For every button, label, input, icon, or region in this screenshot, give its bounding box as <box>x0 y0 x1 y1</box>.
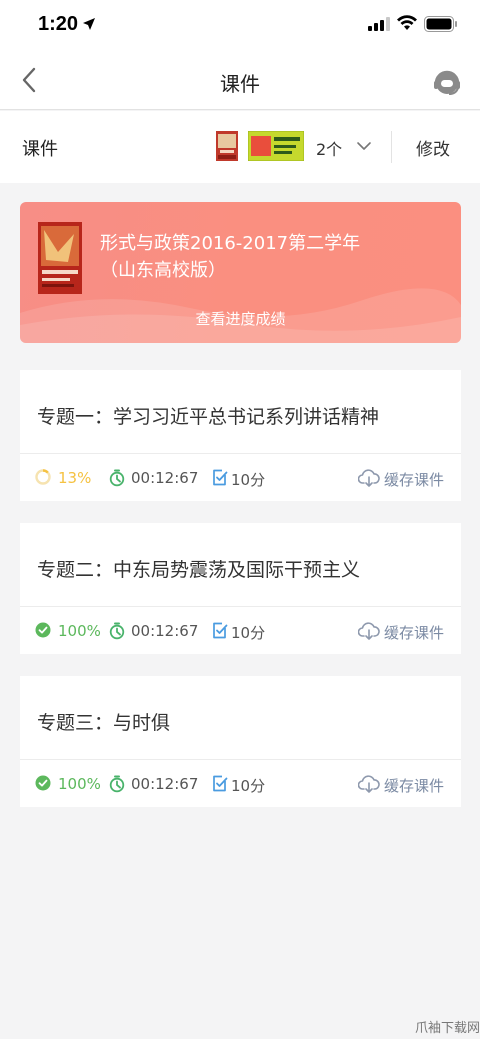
course-thumbnail-2[interactable] <box>248 131 304 161</box>
course-banner[interactable]: 形式与政策2016-2017第二学年 （山东高校版） 查看进度成绩 <box>20 202 461 343</box>
timer-icon <box>109 622 125 640</box>
topic-title: 专题一：学习习近平总书记系列讲话精神 <box>37 406 380 428</box>
topic-card[interactable]: 专题一：学习习近平总书记系列讲话精神 13% 00:12:67 10分 缓存课件 <box>20 370 461 501</box>
cache-course-button[interactable]: 缓存课件 <box>384 775 444 796</box>
topic-title: 专题三：与时俱 <box>37 712 171 734</box>
progress-text: 13% <box>58 469 92 487</box>
course-row-label: 课件 <box>22 139 58 160</box>
timer-icon <box>109 775 125 793</box>
course-header-row: 课件 2个 修改 <box>0 111 480 183</box>
progress-ring-icon <box>35 469 51 485</box>
headset-support-icon[interactable] <box>432 68 462 98</box>
topic-footer: 13% 00:12:67 10分 缓存课件 <box>20 454 461 501</box>
score-icon <box>213 775 228 792</box>
view-progress-link[interactable]: 查看进度成绩 <box>20 308 461 329</box>
check-circle-icon <box>35 622 51 638</box>
status-time: 1:20 <box>38 13 79 35</box>
progress-text: 100% <box>58 775 101 793</box>
banner-title: 形式与政策2016-2017第二学年 （山东高校版） <box>100 230 440 284</box>
page-title: 课件 <box>220 72 260 96</box>
row-divider <box>391 131 392 163</box>
cache-course-button[interactable]: 缓存课件 <box>384 622 444 643</box>
chevron-down-icon[interactable] <box>356 141 372 151</box>
course-book-cover <box>38 222 82 294</box>
location-arrow-icon <box>83 18 95 30</box>
check-circle-icon <box>35 775 51 791</box>
banner-title-line2: （山东高校版） <box>100 260 226 281</box>
topic-card[interactable]: 专题二：中东局势震荡及国际干预主义 100% 00:12:67 10分 缓存课件 <box>20 523 461 654</box>
topic-title: 专题二：中东局势震荡及国际干预主义 <box>37 559 361 581</box>
edit-button[interactable]: 修改 <box>416 135 450 160</box>
score-icon <box>213 622 228 639</box>
topic-footer: 100% 00:12:67 10分 缓存课件 <box>20 607 461 654</box>
cloud-download-icon[interactable] <box>358 469 380 487</box>
score-icon <box>213 469 228 486</box>
score-text: 10分 <box>231 471 266 489</box>
wifi-icon <box>397 15 417 30</box>
status-bar: 1:20 <box>0 0 480 50</box>
topic-card[interactable]: 专题三：与时俱 100% 00:12:67 10分 缓存课件 <box>20 676 461 807</box>
watermark: 爪袖下载网 <box>415 1021 480 1036</box>
battery-icon <box>424 16 457 32</box>
duration-text: 00:12:67 <box>131 775 199 793</box>
timer-icon <box>109 469 125 487</box>
signal-icon <box>368 17 390 31</box>
score-text: 10分 <box>231 624 266 642</box>
course-count[interactable]: 2个 <box>316 136 342 160</box>
progress-text: 100% <box>58 622 101 640</box>
topic-footer: 100% 00:12:67 10分 缓存课件 <box>20 760 461 807</box>
duration-text: 00:12:67 <box>131 622 199 640</box>
score-text: 10分 <box>231 777 266 795</box>
banner-title-line1: 形式与政策2016-2017第二学年 <box>100 233 361 254</box>
cloud-download-icon[interactable] <box>358 622 380 640</box>
duration-text: 00:12:67 <box>131 469 199 487</box>
nav-bar: 课件 <box>0 50 480 110</box>
cache-course-button[interactable]: 缓存课件 <box>384 469 444 490</box>
course-thumbnail-1[interactable] <box>216 131 238 161</box>
cloud-download-icon[interactable] <box>358 775 380 793</box>
